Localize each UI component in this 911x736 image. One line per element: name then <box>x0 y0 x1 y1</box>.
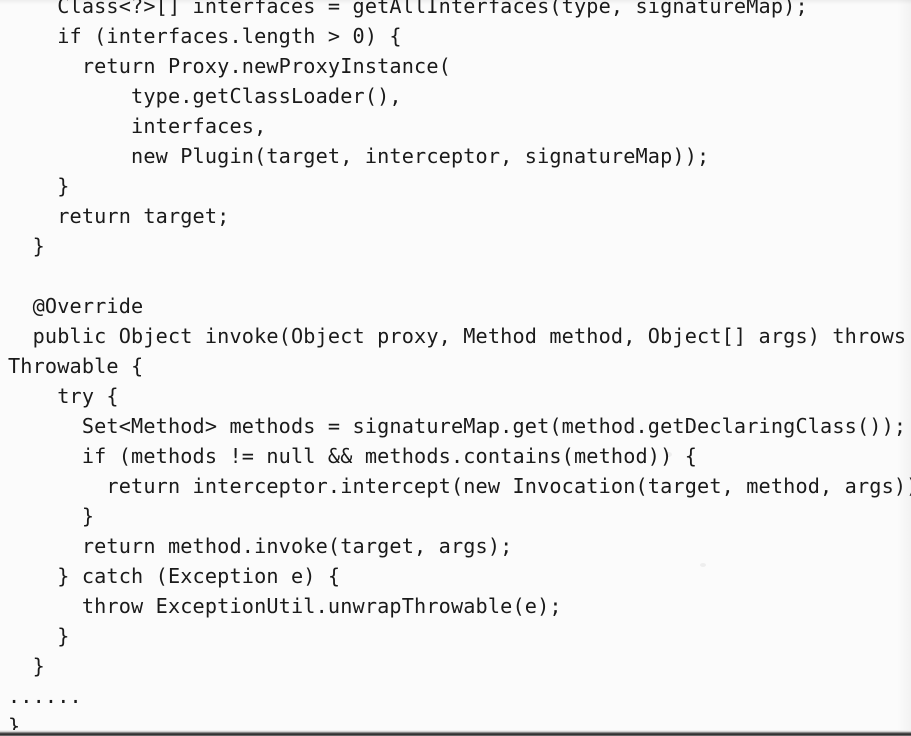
code-line: Throwable { <box>8 354 144 378</box>
code-line: } <box>8 624 70 648</box>
code-line: return method.invoke(target, args); <box>8 534 513 558</box>
code-line: return Proxy.newProxyInstance( <box>8 54 451 78</box>
code-line: } <box>8 504 95 528</box>
code-line: throw ExceptionUtil.unwrapThrowable(e); <box>8 594 562 618</box>
code-line: public Object invoke(Object proxy, Metho… <box>8 324 907 348</box>
code-line: if (interfaces.length > 0) { <box>8 24 402 48</box>
code-line: new Plugin(target, interceptor, signatur… <box>8 144 710 168</box>
code-line: if (methods != null && methods.contains(… <box>8 444 698 468</box>
code-line: Class<?>[] interfaces = getAllInterfaces… <box>8 0 808 18</box>
code-line: interfaces, <box>8 114 267 138</box>
code-line: type.getClassLoader(), <box>8 84 402 108</box>
code-line: } <box>8 234 45 258</box>
code-block: Class<?>[] interfaces = getAllInterfaces… <box>0 0 911 736</box>
page-bottom-edge <box>0 730 911 736</box>
code-line: ...... <box>8 684 82 708</box>
code-line: } catch (Exception e) { <box>8 564 341 588</box>
code-line: @Override <box>8 294 144 318</box>
code-line: } <box>8 654 45 678</box>
code-line: Set<Method> methods = signatureMap.get(m… <box>8 414 907 438</box>
scanned-page: Class<?>[] interfaces = getAllInterfaces… <box>0 0 911 736</box>
code-line: try { <box>8 384 119 408</box>
code-line: return interceptor.intercept(new Invocat… <box>8 474 911 498</box>
code-line: return target; <box>8 204 230 228</box>
code-line: } <box>8 174 70 198</box>
